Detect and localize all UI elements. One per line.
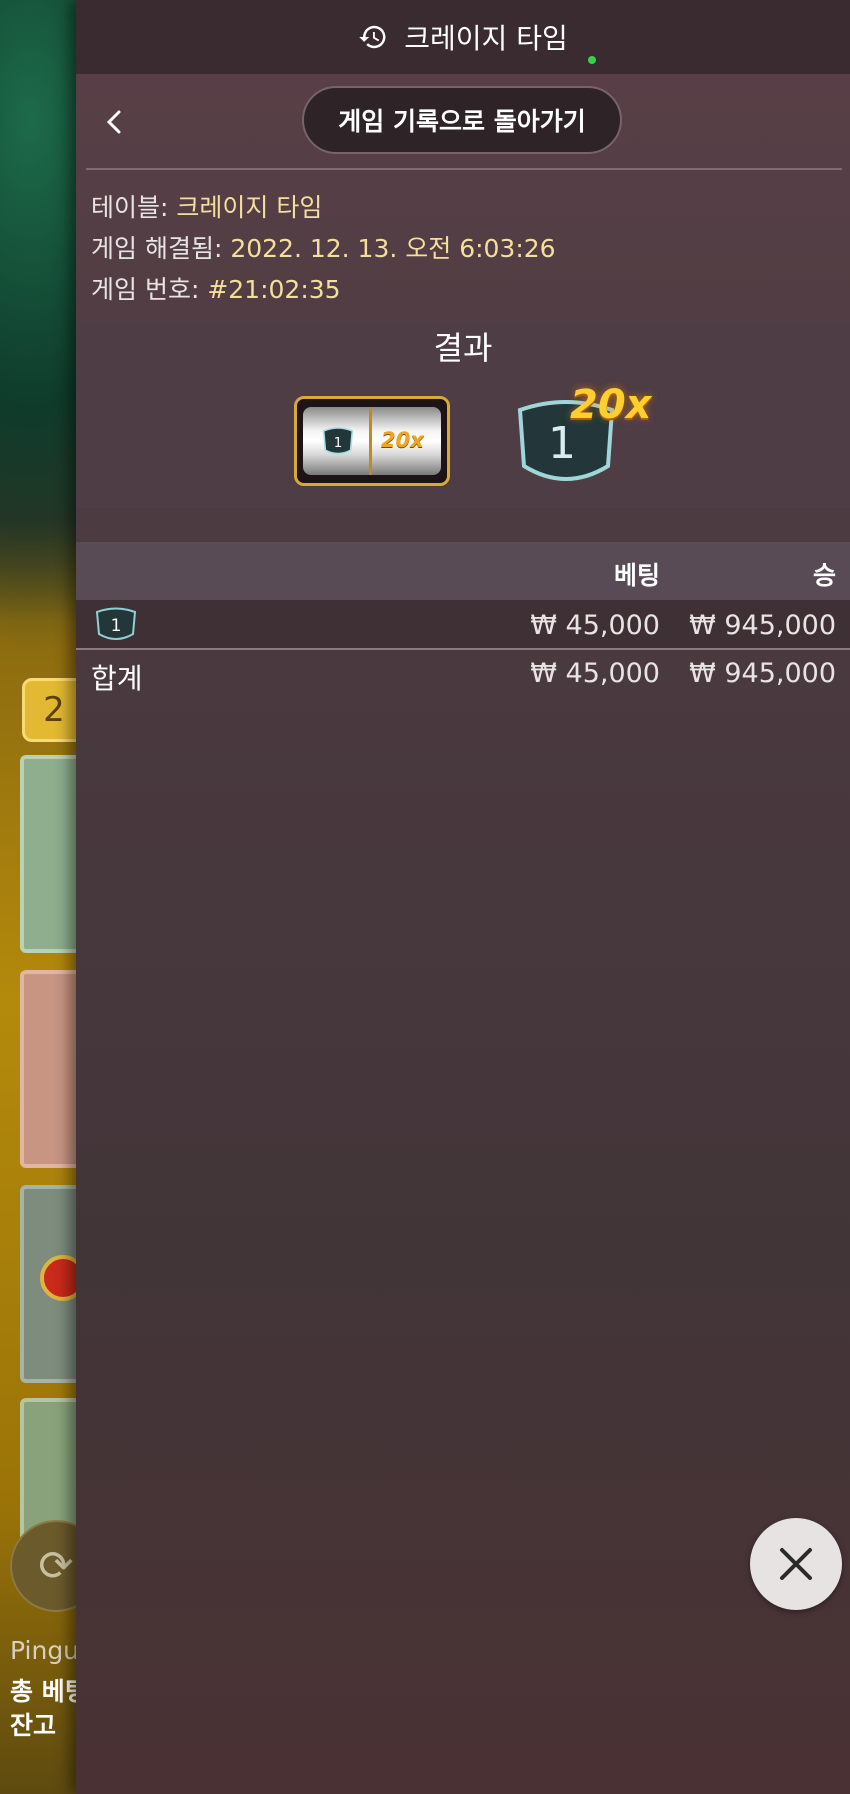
divider — [76, 648, 850, 650]
slot-segment: 1 — [334, 435, 343, 451]
column-bet: 베팅 — [613, 561, 660, 590]
close-icon — [780, 1548, 812, 1580]
total-win: ₩ 945,000 — [689, 658, 836, 689]
table-header — [76, 542, 850, 600]
row-spot: 1 — [111, 616, 122, 636]
total-bet: ₩ 45,000 — [530, 658, 660, 689]
back-chevron-icon — [106, 110, 121, 134]
return-to-history-button[interactable]: 게임 기록으로 돌아가기 — [302, 86, 622, 154]
info-resolved: 게임 해결됨: 2022. 12. 13. 오전 6:03:26 — [91, 229, 556, 265]
info-value: 2022. 12. 13. 오전 6:03:26 — [230, 234, 556, 263]
player-name: Pingu — [10, 1636, 80, 1665]
close-button[interactable] — [750, 1518, 842, 1610]
row-win: ₩ 945,000 — [689, 610, 836, 641]
shield-icon: 1 — [95, 607, 137, 640]
info-label: 테이블: — [91, 193, 169, 222]
info-label: 게임 해결됨: — [91, 234, 223, 263]
back-button[interactable] — [96, 100, 132, 144]
info-value: 크레이지 타임 — [176, 193, 323, 222]
game-history-panel: 크레이지 타임 게임 기록으로 돌아가기 테이블: 크레이지 타임 게임 해결됨… — [76, 0, 850, 1794]
top-slot-result: 1 20x — [294, 396, 450, 486]
balance-label: 잔고 — [10, 1711, 57, 1740]
divider — [86, 168, 842, 170]
live-indicator — [588, 56, 596, 64]
panel-header: 크레이지 타임 — [76, 0, 850, 74]
history-icon — [359, 25, 386, 49]
shield-icon: 1 — [322, 427, 354, 455]
slot-separator — [369, 407, 372, 475]
info-game-number: 게임 번호: #21:02:35 — [91, 270, 341, 306]
column-win: 승 — [812, 561, 836, 590]
info-table: 테이블: 크레이지 타임 — [91, 188, 322, 224]
result-multiplier: 20x — [570, 382, 652, 428]
info-value: #21:02:35 — [207, 275, 341, 304]
row-bet: ₩ 45,000 — [530, 610, 660, 641]
total-label: 합계 — [91, 662, 143, 695]
panel-title: 크레이지 타임 — [404, 22, 568, 55]
slot-multiplier: 20x — [381, 428, 424, 452]
result-title: 결과 — [433, 329, 493, 367]
info-label: 게임 번호: — [91, 275, 200, 304]
